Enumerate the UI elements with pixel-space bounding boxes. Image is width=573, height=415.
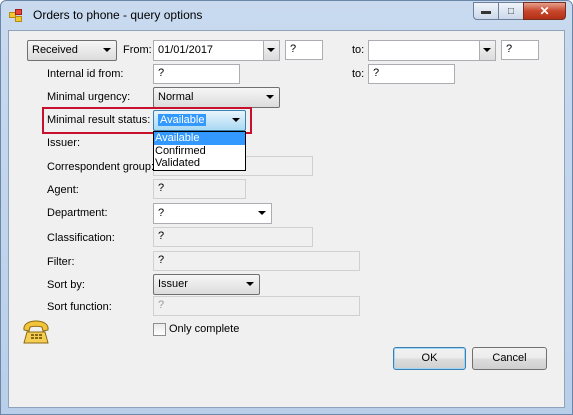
to-extra-field[interactable]: ? [501, 40, 539, 60]
urgency-label: Minimal urgency: [47, 91, 131, 103]
title-bar[interactable]: Orders to phone - query options ▬ □ ✕ [1, 1, 572, 29]
chevron-down-icon [267, 48, 275, 52]
internal-id-label: Internal id from: [47, 68, 124, 80]
result-status-select[interactable]: Available [153, 110, 246, 131]
correspondent-group-label: Correspondent group: [47, 161, 155, 173]
chevron-down-icon [258, 211, 266, 215]
period-mode-value: Received [32, 44, 78, 56]
department-select[interactable]: ? [153, 203, 272, 224]
only-complete-label: Only complete [169, 323, 240, 335]
minimize-icon: ▬ [481, 5, 491, 17]
agent-label: Agent: [47, 184, 79, 196]
sort-by-value: Issuer [158, 278, 188, 290]
cancel-button[interactable]: Cancel [472, 347, 547, 370]
chevron-down-icon [246, 282, 254, 286]
internal-id-from-field[interactable]: ? [153, 64, 240, 84]
result-status-option[interactable]: Available [154, 132, 245, 145]
close-button[interactable]: ✕ [523, 2, 566, 20]
urgency-value: Normal [158, 91, 194, 103]
classification-field[interactable]: ? [153, 227, 313, 247]
orders-app-icon [9, 9, 25, 23]
from-date-value: 01/01/2017 [158, 44, 214, 56]
sort-function-label: Sort function: [47, 301, 112, 313]
window-title: Orders to phone - query options [33, 8, 203, 22]
filter-label: Filter: [47, 256, 75, 268]
from-date-dropdown-button[interactable] [263, 41, 279, 60]
urgency-select[interactable]: Normal [153, 87, 280, 108]
caption-buttons: ▬ □ ✕ [473, 2, 566, 22]
only-complete-checkbox[interactable] [153, 323, 166, 336]
maximize-icon: □ [507, 5, 515, 17]
department-label: Department: [47, 207, 108, 219]
dialog-client-area: Received From: 01/01/2017 ? to: ? Intern… [8, 30, 565, 408]
telephone-icon [23, 320, 49, 344]
to-date-dropdown-button[interactable] [479, 41, 495, 60]
department-value: ? [158, 207, 165, 219]
result-status-value: Available [158, 114, 207, 126]
result-status-option[interactable]: Confirmed [154, 145, 245, 158]
filter-field[interactable]: ? [153, 251, 360, 271]
result-status-dropdown-list: Available Confirmed Validated [153, 131, 246, 171]
from-date-picker[interactable]: 01/01/2017 [153, 40, 280, 61]
issuer-label: Issuer: [47, 137, 81, 149]
to-date-picker[interactable] [368, 40, 496, 61]
agent-field[interactable]: ? [153, 179, 246, 199]
sort-by-label: Sort by: [47, 279, 85, 291]
period-mode-select[interactable]: Received [27, 40, 117, 61]
sort-by-select[interactable]: Issuer [153, 274, 260, 295]
chevron-down-icon [266, 95, 274, 99]
ok-button[interactable]: OK [393, 347, 466, 370]
internal-id-to-field[interactable]: ? [368, 64, 455, 84]
dialog-window: Orders to phone - query options ▬ □ ✕ Re… [0, 0, 573, 415]
internal-id-to-label: to: [352, 68, 365, 80]
chevron-down-icon [103, 48, 111, 52]
sort-function-field[interactable]: ? [153, 296, 360, 316]
classification-label: Classification: [47, 232, 115, 244]
maximize-button[interactable]: □ [498, 2, 524, 20]
minimize-button[interactable]: ▬ [473, 2, 499, 20]
to-label: to: [352, 44, 365, 56]
from-label: From: [123, 44, 152, 56]
chevron-down-icon [483, 48, 491, 52]
result-status-option[interactable]: Validated [154, 157, 245, 170]
chevron-down-icon [232, 118, 240, 122]
from-extra-field[interactable]: ? [285, 40, 323, 60]
result-status-label: Minimal result status: [47, 114, 151, 126]
close-icon: ✕ [539, 4, 550, 18]
